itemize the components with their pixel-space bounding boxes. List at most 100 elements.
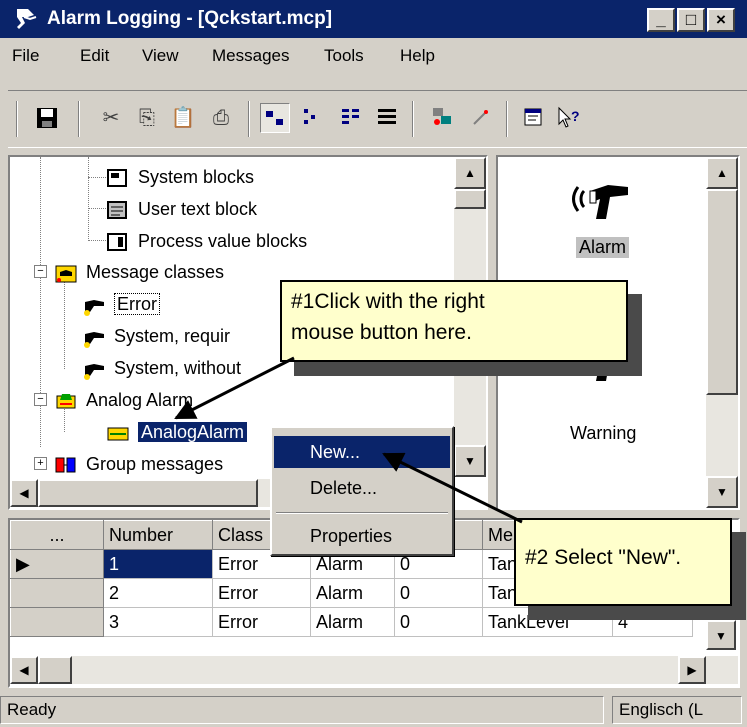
alarm-icon-label[interactable]: Alarm	[576, 237, 630, 258]
scroll-thumb[interactable]	[454, 189, 486, 209]
cell-type[interactable]: Alarm	[310, 578, 395, 608]
copy-icon[interactable]: ⎘	[132, 103, 162, 133]
toolbar-separator	[16, 101, 18, 137]
cell-type[interactable]: Alarm	[310, 607, 395, 637]
menu-view[interactable]: View	[142, 46, 179, 66]
details-view-icon[interactable]	[372, 103, 402, 133]
cut-icon[interactable]: ✂	[96, 103, 126, 133]
arrow-left-icon: ◀	[19, 663, 29, 677]
status-text: Ready	[0, 696, 604, 724]
tree-node-process-value-blocks[interactable]: Process value blocks	[106, 226, 307, 256]
alarm-class-icon	[82, 294, 106, 317]
tree-label: System, without	[114, 358, 242, 378]
cell-number[interactable]: 2	[103, 578, 213, 608]
cell-class[interactable]: Error	[212, 607, 311, 637]
tree-line	[88, 157, 89, 241]
maximize-button[interactable]: □	[677, 8, 705, 32]
cell-message-tag[interactable]: TankLevel	[482, 607, 613, 637]
context-menu-separator	[276, 512, 448, 514]
block-icon	[106, 167, 130, 189]
icon-vertical-scrollbar[interactable]: ▲ ▼	[706, 157, 738, 508]
collapse-toggle[interactable]: −	[34, 393, 47, 406]
cell-priority[interactable]: 0	[394, 578, 483, 608]
menu-edit[interactable]: Edit	[80, 46, 109, 66]
tree-node-system-blocks[interactable]: System blocks	[106, 162, 254, 192]
expand-toggle[interactable]: +	[34, 457, 47, 470]
close-button[interactable]: ×	[707, 8, 735, 32]
close-icon: ×	[716, 10, 726, 29]
warning-icon-label[interactable]: Warning	[570, 423, 636, 444]
context-menu-properties[interactable]: Properties	[274, 520, 450, 552]
message-classes-icon	[54, 262, 78, 284]
cell-class[interactable]: Error	[212, 578, 311, 608]
maximize-icon: □	[685, 10, 697, 29]
callout-text: mouse button here.	[291, 321, 472, 344]
tree-label-selected: AnalogAlarm	[138, 422, 248, 442]
scroll-left-button[interactable]: ◀	[10, 656, 38, 684]
toolbar-separator	[506, 101, 508, 137]
column-header-select[interactable]: ...	[10, 520, 104, 550]
scroll-down-button[interactable]: ▼	[706, 476, 738, 508]
scroll-left-button[interactable]: ◀	[10, 479, 38, 507]
tree-node-user-text-block[interactable]: User text block	[106, 194, 257, 224]
scroll-thumb[interactable]	[706, 189, 738, 395]
context-menu-new[interactable]: New...	[274, 436, 450, 468]
print-icon[interactable]: ⎙	[206, 103, 236, 133]
tree-node-system-without[interactable]: System, without	[82, 353, 241, 383]
callout-select-new: #2 Select "New".	[514, 518, 732, 606]
cell-number[interactable]: 3	[103, 607, 213, 637]
row-selector[interactable]	[10, 607, 104, 637]
title-bar[interactable]: Alarm Logging - [Qckstart.mcp] _ □ ×	[0, 0, 747, 38]
wizard-icon[interactable]	[428, 103, 458, 133]
small-icons-icon[interactable]	[298, 103, 328, 133]
scroll-up-button[interactable]: ▲	[454, 157, 486, 189]
menu-file[interactable]: File	[12, 46, 39, 66]
properties-icon[interactable]	[518, 103, 548, 133]
tree-label: System blocks	[138, 167, 255, 187]
status-language: Englisch (L	[612, 696, 742, 724]
large-icons-icon[interactable]	[260, 103, 290, 133]
tree-node-group-messages[interactable]: Group messages	[54, 449, 223, 479]
scroll-down-button[interactable]: ▼	[454, 445, 486, 477]
menu-messages[interactable]: Messages	[212, 46, 289, 66]
table-row[interactable]: 3 Error Alarm 0 TankLevel 4	[10, 607, 693, 637]
magic-wand-icon[interactable]	[466, 103, 496, 133]
minimize-icon: _	[656, 10, 666, 29]
column-header-number[interactable]: Number	[103, 520, 213, 550]
minimize-button[interactable]: _	[647, 8, 675, 32]
current-row-arrow-icon: ▶	[16, 553, 30, 574]
scroll-up-button[interactable]: ▲	[706, 157, 738, 189]
collapse-toggle[interactable]: −	[34, 265, 47, 278]
menu-tools[interactable]: Tools	[324, 46, 364, 66]
tree-node-message-classes[interactable]: Message classes	[54, 257, 224, 287]
row-selector[interactable]	[10, 578, 104, 608]
cell-priority[interactable]: 0	[394, 607, 483, 637]
menu-help[interactable]: Help	[400, 46, 435, 66]
save-icon[interactable]	[32, 103, 62, 133]
scroll-right-button[interactable]: ▶	[678, 656, 706, 684]
arrow-left-icon: ◀	[19, 486, 29, 500]
help-pointer-icon[interactable]: ?	[554, 103, 584, 133]
tree-node-error[interactable]: Error	[82, 289, 160, 319]
tree-node-analog-alarm[interactable]: Analog Alarm	[54, 385, 193, 415]
app-icon	[17, 9, 37, 29]
table-scroll-down-button[interactable]: ▼	[706, 620, 736, 650]
list-view-icon[interactable]	[336, 103, 366, 133]
cell-tag[interactable]: 4	[612, 607, 693, 637]
toolbar-separator	[248, 101, 250, 137]
status-bar: Ready Englisch (L	[0, 690, 747, 727]
context-menu-delete[interactable]: Delete...	[274, 472, 450, 504]
scroll-thumb[interactable]	[38, 656, 72, 684]
tree-node-system-requiring[interactable]: System, requir	[82, 321, 230, 351]
row-selector[interactable]: ▶	[10, 549, 104, 579]
toolbar: ✂ ⎘ 📋 ⎙ ?	[8, 90, 747, 148]
tree-label: Message classes	[86, 262, 225, 282]
paste-icon[interactable]: 📋	[168, 103, 198, 133]
tree-node-analog-alarm-child[interactable]: AnalogAlarm	[106, 417, 248, 447]
scroll-thumb[interactable]	[38, 479, 258, 507]
svg-text:?: ?	[571, 108, 580, 124]
arrow-right-icon: ▶	[687, 663, 697, 677]
arrow-down-icon: ▼	[716, 485, 728, 499]
cell-number[interactable]: 1	[103, 549, 213, 579]
table-horizontal-scrollbar[interactable]: ◀ ▶	[10, 656, 738, 684]
